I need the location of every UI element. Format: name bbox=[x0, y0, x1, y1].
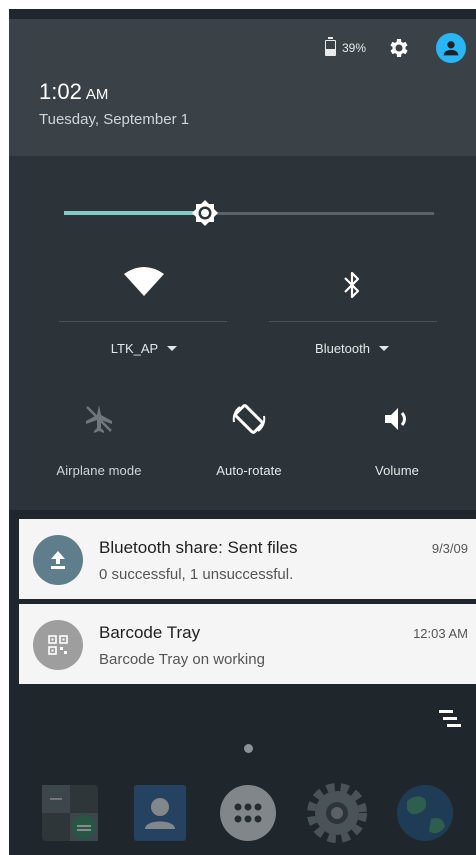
notification-text: Barcode Tray on working bbox=[99, 651, 265, 668]
contacts-icon[interactable] bbox=[130, 783, 190, 843]
airplane-label: Airplane mode bbox=[56, 463, 142, 478]
volume-label: Volume bbox=[375, 463, 419, 478]
wifi-tile[interactable] bbox=[59, 266, 229, 303]
brightness-icon[interactable] bbox=[191, 200, 218, 226]
wifi-label: LTK_AP bbox=[110, 341, 159, 356]
notification-icon bbox=[33, 535, 83, 585]
battery-icon bbox=[324, 37, 336, 56]
airplane-icon bbox=[86, 405, 112, 433]
rotate-icon bbox=[232, 404, 266, 434]
status-row: 39% bbox=[324, 33, 466, 63]
volume-tile[interactable]: Volume bbox=[337, 404, 457, 478]
bluetooth-divider bbox=[269, 321, 437, 322]
clock-date: Tuesday, September 1 bbox=[39, 111, 190, 128]
bluetooth-icon bbox=[344, 271, 360, 299]
notification-time: 9/3/09 bbox=[431, 541, 468, 556]
calculator-icon[interactable] bbox=[40, 783, 100, 843]
time-value: 1:02 bbox=[39, 79, 82, 104]
barcode-icon bbox=[48, 635, 68, 655]
bluetooth-dropdown[interactable]: Bluetooth bbox=[267, 340, 437, 358]
notification-icon bbox=[33, 620, 83, 670]
notification-header: 39% 1:02 AM Tuesday, September 1 bbox=[9, 19, 476, 156]
chevron-down-icon bbox=[167, 346, 178, 351]
bluetooth-label: Bluetooth bbox=[315, 341, 370, 356]
airplane-tile[interactable]: Airplane mode bbox=[39, 402, 159, 478]
gear-icon[interactable] bbox=[386, 36, 410, 60]
brightness-fill bbox=[64, 211, 205, 215]
volume-icon bbox=[385, 408, 406, 430]
user-avatar[interactable] bbox=[436, 33, 466, 63]
page-indicator bbox=[244, 744, 253, 753]
battery-indicator: 39% bbox=[324, 37, 366, 56]
apps-icon[interactable] bbox=[218, 783, 278, 843]
battery-percent: 39% bbox=[341, 41, 366, 55]
notification-title: Barcode Tray bbox=[99, 623, 201, 642]
notification-barcode-tray[interactable]: Barcode Tray Barcode Tray on working 12:… bbox=[19, 604, 476, 684]
clear-all-icon[interactable] bbox=[437, 706, 467, 734]
wifi-dropdown[interactable]: LTK_AP bbox=[59, 340, 229, 358]
person-icon bbox=[443, 41, 459, 56]
clock-time: 1:02 AM bbox=[39, 79, 108, 105]
wifi-icon bbox=[124, 267, 164, 296]
quick-settings-panel: LTK_AP Bluetooth Airplane mode Auto-rota… bbox=[9, 156, 476, 510]
notification-title: Bluetooth share: Sent files bbox=[99, 538, 298, 557]
time-ampm: AM bbox=[85, 86, 109, 103]
bluetooth-tile[interactable] bbox=[267, 270, 437, 305]
settings-icon[interactable] bbox=[307, 783, 367, 843]
chevron-down-icon bbox=[378, 346, 389, 351]
autorotate-tile[interactable]: Auto-rotate bbox=[189, 400, 309, 478]
autorotate-label: Auto-rotate bbox=[216, 463, 282, 478]
browser-icon[interactable] bbox=[395, 783, 455, 843]
notification-time: 12:03 AM bbox=[413, 626, 468, 641]
notification-text: 0 successful, 1 unsuccessful. bbox=[99, 566, 294, 583]
notification-bluetooth-share[interactable]: Bluetooth share: Sent files 0 successful… bbox=[19, 519, 476, 599]
upload-icon bbox=[51, 551, 65, 569]
wifi-divider bbox=[59, 321, 227, 322]
